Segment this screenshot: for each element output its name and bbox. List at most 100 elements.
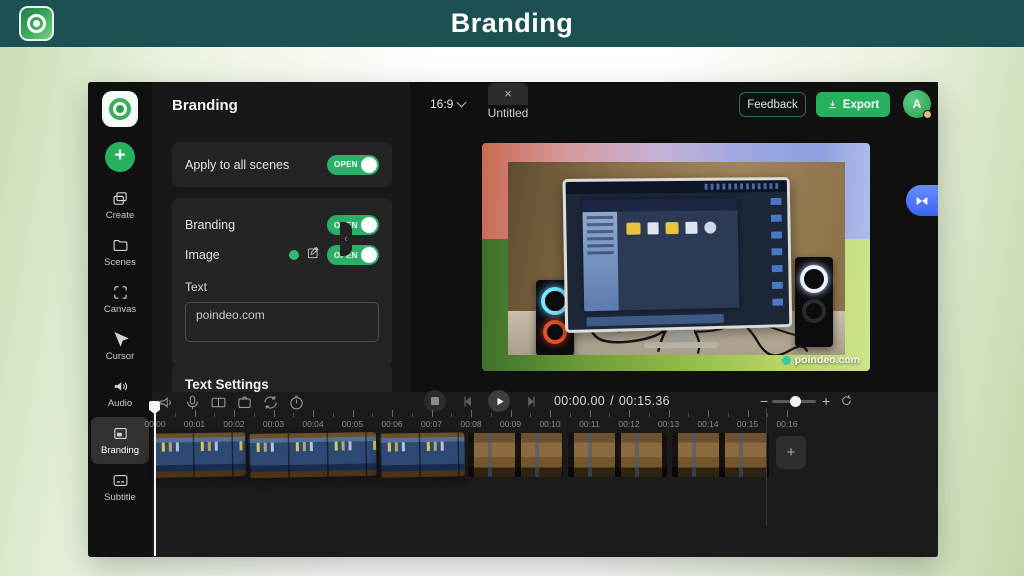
app-logo-icon (102, 91, 138, 127)
sidebar-item-subtitle[interactable]: Subtitle (88, 464, 152, 511)
preview-area: 16:9 × Untitled Feedback Export A (410, 82, 938, 392)
timeline-clip[interactable] (468, 433, 563, 477)
sidebar-item-cursor[interactable]: Cursor (88, 323, 152, 370)
ruler-label: 00:14 (697, 419, 718, 429)
ruler-label: 00:08 (460, 419, 481, 429)
cursor-icon (112, 331, 129, 348)
preview-topbar: 16:9 × Untitled Feedback Export A (410, 82, 938, 127)
ruler-label: 00:02 (223, 419, 244, 429)
avatar[interactable]: A (903, 90, 931, 118)
branding-panel: Branding Apply to all scenes OPEN Brandi… (152, 82, 410, 392)
apply-all-label: Apply to all scenes (185, 158, 289, 172)
timeline-ruler[interactable]: 00:0000:0100:0200:0300:0400:0500:0600:07… (152, 408, 938, 432)
sidebar-item-canvas[interactable]: Canvas (88, 276, 152, 323)
add-clip-button[interactable]: + (776, 436, 806, 469)
watermark-logo-icon (782, 356, 791, 365)
feedback-button[interactable]: Feedback (739, 92, 806, 117)
download-icon (827, 99, 838, 110)
panel-collapse-handle[interactable]: ‹ (340, 222, 352, 256)
clips-icon (914, 193, 930, 209)
ruler-label: 00:07 (421, 419, 442, 429)
zoom-in-button[interactable]: + (822, 394, 830, 408)
next-frame-button[interactable] (524, 395, 537, 408)
clips-side-tab[interactable] (906, 185, 938, 216)
playhead-line (154, 404, 156, 556)
branding-row-label: Branding (185, 218, 235, 232)
sidebar-item-scenes[interactable]: Scenes (88, 229, 152, 276)
ruler-label: 00:16 (776, 419, 797, 429)
apply-all-card: Apply to all scenes OPEN (172, 142, 392, 187)
ruler-label: 00:12 (618, 419, 639, 429)
image-toggle[interactable]: OPEN (327, 245, 379, 265)
aspect-ratio-select[interactable]: 16:9 (430, 97, 465, 111)
ruler-label: 00:03 (263, 419, 284, 429)
page-title: Branding (451, 8, 574, 39)
audio-icon (112, 378, 129, 395)
branding-toggle[interactable]: OPEN (327, 215, 379, 235)
create-icon (112, 190, 129, 207)
zoom-slider[interactable] (772, 400, 816, 403)
disk-icon (704, 221, 716, 233)
ruler-label: 00:13 (658, 419, 679, 429)
right-speaker (795, 257, 833, 347)
timeline-clip[interactable] (380, 432, 465, 477)
zoom-reset-icon[interactable] (840, 394, 853, 409)
timeline-clip[interactable] (248, 432, 376, 478)
scenes-icon (112, 237, 129, 254)
poindeo-logo-icon (19, 6, 54, 41)
chevron-down-icon (457, 98, 467, 108)
ruler-label: 00:01 (184, 419, 205, 429)
text-settings-title: Text Settings (185, 377, 269, 392)
prev-frame-button[interactable] (462, 395, 475, 408)
content-end-line (766, 408, 767, 526)
timeline-clip[interactable] (154, 432, 246, 478)
export-button[interactable]: Export (816, 92, 890, 117)
sidebar: + Create Scenes Canvas Cursor Audio (88, 82, 152, 557)
ruler-label: 00:11 (579, 419, 600, 429)
brand-text-input[interactable] (185, 302, 379, 342)
brand-image-thumb (289, 250, 299, 260)
desktop-icons-column (771, 197, 784, 307)
folder-icon (666, 222, 679, 234)
branding-icon (112, 425, 129, 442)
folder-icon (627, 222, 641, 234)
taskbar (586, 314, 724, 326)
add-new-button[interactable]: + (105, 142, 135, 172)
branding-card: Branding OPEN Image OPEN Text (172, 198, 392, 366)
sidebar-item-audio[interactable]: Audio (88, 370, 152, 417)
ruler-label: 00:15 (737, 419, 758, 429)
sidebar-item-create[interactable]: Create (88, 182, 152, 229)
sidebar-item-branding[interactable]: Branding (91, 417, 149, 464)
monitor (562, 177, 792, 333)
presence-dot (923, 110, 932, 119)
ruler-label: 00:05 (342, 419, 363, 429)
text-field-label: Text (185, 280, 379, 294)
project-title[interactable]: Untitled (472, 106, 544, 120)
file-icon (647, 222, 658, 234)
timeline-clip[interactable] (672, 433, 769, 477)
time-display: 00:00.00 / 00:15.36 (554, 394, 670, 408)
canvas-icon (112, 284, 129, 301)
page-header: Branding (0, 0, 1024, 47)
watermark: poindeo.com (782, 354, 860, 366)
app-window: + Create Scenes Canvas Cursor Audio (88, 82, 938, 557)
total-time: 00:15.36 (619, 394, 670, 408)
file-manager-window (582, 198, 739, 312)
filmstrip (152, 433, 938, 477)
panel-title: Branding (172, 97, 410, 114)
zoom-slider-knob[interactable] (790, 396, 801, 407)
close-project-button[interactable]: × (488, 83, 528, 105)
ruler-label: 00:06 (381, 419, 402, 429)
ruler-label: 00:09 (500, 419, 521, 429)
timeline-clip[interactable] (568, 433, 667, 477)
edit-image-icon[interactable] (306, 246, 320, 265)
file-icon (686, 221, 697, 233)
timeline: 00:00.00 / 00:15.36 − + 00:0000:0100:020… (152, 392, 938, 557)
subtitle-icon (112, 472, 129, 489)
apply-all-toggle[interactable]: OPEN (327, 155, 379, 175)
image-row-label: Image (185, 248, 220, 262)
ruler-label: 00:04 (302, 419, 323, 429)
video-canvas: poindeo.com (482, 143, 870, 371)
zoom-out-button[interactable]: − (760, 394, 768, 408)
current-time: 00:00.00 (554, 394, 605, 408)
